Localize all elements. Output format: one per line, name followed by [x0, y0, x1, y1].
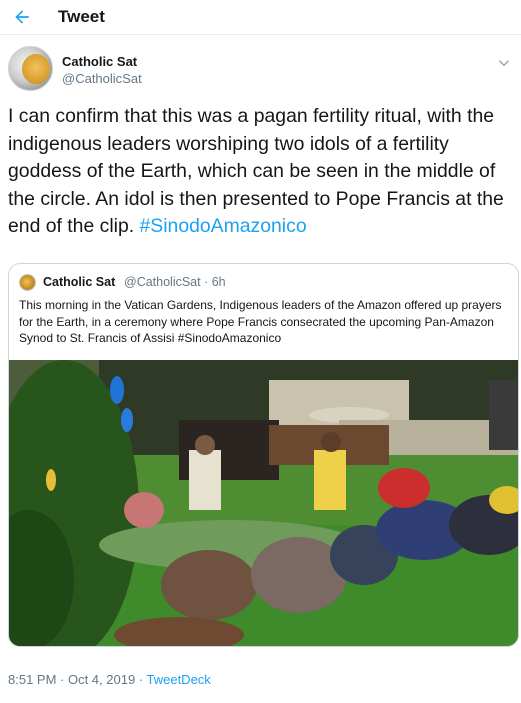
photo-dancer	[314, 450, 346, 510]
page-title: Tweet	[58, 7, 105, 26]
photo-parrot-yellow	[46, 469, 56, 491]
tweet-author: Catholic Sat @CatholicSat	[8, 46, 513, 94]
tweet-timestamp: 8:51 PM · Oct 4, 2019 · TweetDeck	[8, 672, 211, 687]
author-name[interactable]: Catholic Sat	[62, 54, 137, 69]
photo-dancer-head	[321, 432, 341, 452]
photo-kneeling-1	[161, 550, 257, 620]
arrow-left-icon[interactable]	[12, 7, 32, 27]
chevron-down-icon[interactable]	[497, 56, 511, 70]
hashtag-link[interactable]: #SinodoAmazonico	[140, 215, 307, 237]
avatar[interactable]	[8, 46, 53, 91]
photo-kneeling-red	[378, 468, 430, 508]
author-handle[interactable]: @CatholicSat	[62, 71, 142, 86]
quoted-tweet-card[interactable]: Catholic Sat @CatholicSat · 6h This morn…	[8, 263, 519, 647]
photo-person-pink	[124, 492, 164, 528]
tweet-body: I can confirm that this was a pagan fert…	[8, 103, 513, 241]
top-bar: Tweet	[0, 0, 521, 35]
photo-parrot-blue-2	[121, 408, 133, 432]
source-link[interactable]: TweetDeck	[147, 672, 211, 687]
quoted-tweet-text: This morning in the Vatican Gardens, Ind…	[19, 298, 502, 345]
photo-person-standing	[189, 450, 221, 510]
quoted-tweet-header: Catholic Sat @CatholicSat · 6h	[19, 274, 499, 292]
quoted-avatar	[19, 274, 36, 291]
photo-right-structure	[489, 380, 518, 450]
quoted-author-name: Catholic Sat	[43, 275, 116, 289]
quoted-author-meta: @CatholicSat · 6h	[124, 275, 226, 289]
photo-person-standing-head	[195, 435, 215, 455]
avatar-logo	[22, 54, 50, 84]
timestamp-text[interactable]: 8:51 PM · Oct 4, 2019 ·	[8, 672, 147, 687]
photo-parrot-blue	[110, 376, 124, 404]
quoted-media-photo[interactable]	[9, 360, 519, 647]
